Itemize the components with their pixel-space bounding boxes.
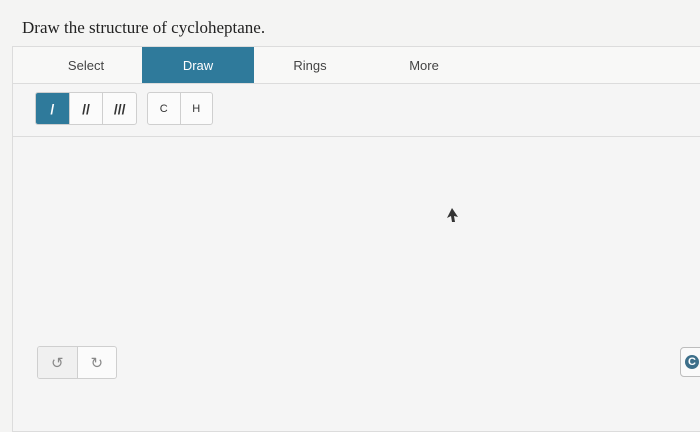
tab-more[interactable]: More [368, 47, 480, 83]
history-controls: ↺ ↻ [37, 346, 117, 379]
hydrogen-atom-button[interactable]: H [181, 93, 213, 124]
expand-icon: C [685, 355, 699, 369]
undo-button[interactable]: ↺ [38, 347, 78, 378]
redo-button[interactable]: ↻ [78, 347, 117, 378]
drawing-canvas[interactable] [13, 137, 700, 431]
single-bond-button[interactable]: / [36, 93, 70, 124]
tab-draw[interactable]: Draw [142, 47, 254, 83]
tab-rings[interactable]: Rings [254, 47, 366, 83]
atom-tool-group: C H [147, 92, 213, 125]
redo-icon: ↻ [90, 354, 104, 372]
draw-toolbar: / // /// C H [13, 84, 700, 137]
carbon-atom-button[interactable]: C [148, 93, 181, 124]
tab-select[interactable]: Select [30, 47, 142, 83]
side-panel-button[interactable]: C [680, 347, 700, 377]
double-bond-button[interactable]: // [70, 93, 104, 124]
bond-tool-group: / // /// [35, 92, 137, 125]
undo-icon: ↺ [50, 354, 64, 372]
tab-bar: Select Draw Rings More [13, 47, 700, 84]
mouse-pointer-icon [447, 208, 458, 222]
question-prompt: Draw the structure of cycloheptane. [22, 18, 266, 37]
triple-bond-button[interactable]: /// [103, 93, 136, 124]
